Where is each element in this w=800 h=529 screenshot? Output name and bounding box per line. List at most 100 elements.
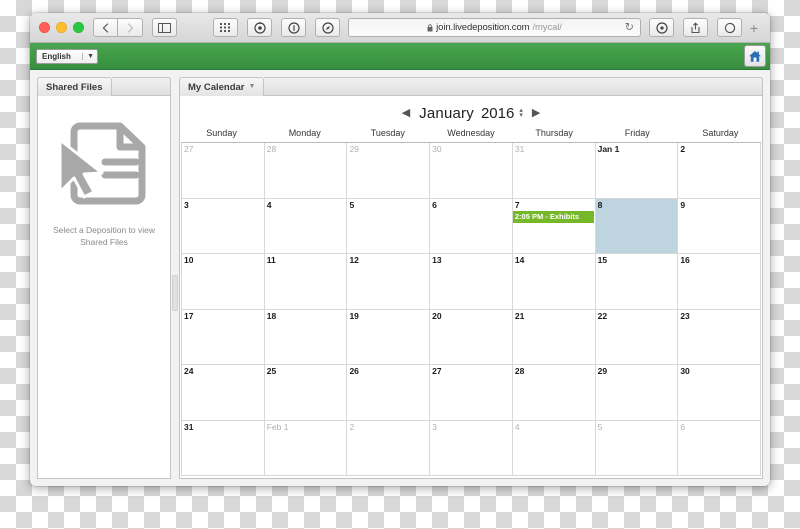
calendar-day-cell[interactable]: 2 [678, 143, 762, 198]
reload-button[interactable]: ↻ [625, 22, 634, 33]
calendar-day-cell[interactable]: 17 [182, 309, 265, 364]
calendar-day-cell[interactable]: 27 [430, 365, 513, 420]
calendar-day-cell[interactable]: 29 [347, 143, 431, 198]
forward-button[interactable] [118, 18, 143, 37]
year-stepper[interactable]: ▴ ▾ [519, 107, 523, 119]
calendar-week-row: 31 Feb 1 2 3 4 5 6 [182, 420, 762, 476]
chevron-left-icon [102, 22, 109, 33]
back-button[interactable] [93, 18, 118, 37]
show-all-tabs-button[interactable] [213, 18, 238, 37]
calendar-day-cell[interactable]: 29 [595, 365, 679, 420]
calendar-day-cell[interactable]: 4 [512, 420, 596, 475]
calendar-day-number: 26 [349, 366, 359, 376]
calendar-day-cell[interactable]: 31 [512, 143, 596, 198]
home-button[interactable] [744, 45, 766, 67]
calendar-day-cell[interactable]: Jan 1 [595, 143, 679, 198]
calendar-day-number: 13 [432, 255, 442, 265]
calendar-day-cell[interactable]: 21 [512, 309, 596, 364]
share-button[interactable] [683, 18, 708, 37]
close-window-button[interactable] [39, 22, 50, 33]
calendar-day-cell[interactable]: Feb 1 [264, 420, 348, 475]
prev-month-button[interactable]: ◀ [402, 107, 410, 119]
day-of-week-tuesday: Tuesday [370, 128, 405, 138]
zoom-window-button[interactable] [73, 22, 84, 33]
calendar-day-cell[interactable]: 3 [430, 420, 513, 475]
calendar-week-row: 24 25 26 27 28 29 30 [182, 365, 762, 421]
address-bar[interactable]: join.livedeposition.com/mycal/ ↻ [348, 18, 641, 37]
url-text: join.livedeposition.com/mycal/ [427, 22, 562, 33]
panel-divider[interactable] [171, 77, 179, 479]
calendar-day-cell[interactable]: 2 [347, 420, 431, 475]
calendar-day-cell[interactable]: 31 [182, 420, 265, 475]
tab-my-calendar[interactable]: My Calendar ▼ [179, 77, 265, 96]
calendar-day-cell[interactable]: 8 [595, 198, 679, 253]
minimize-window-button[interactable] [56, 22, 67, 33]
day-of-week-sunday: Sunday [206, 128, 237, 138]
sidebar-toggle-button[interactable] [152, 18, 177, 37]
calendar-day-cell[interactable]: 27 [182, 143, 265, 198]
tab-shared-files[interactable]: Shared Files [37, 77, 112, 96]
calendar-day-cell[interactable]: 10 [182, 254, 265, 309]
calendar-day-number: 6 [680, 421, 686, 432]
compass-button[interactable] [315, 18, 340, 37]
calendar-year-label: 2016 [480, 104, 515, 122]
new-tab-button[interactable]: + [745, 19, 763, 37]
panel-divider-handle[interactable] [172, 275, 178, 311]
next-month-button[interactable]: ▶ [532, 107, 540, 119]
circle-dot-icon [655, 21, 668, 34]
calendar-day-number: 25 [266, 366, 277, 376]
calendar-day-cell[interactable]: 5 [347, 198, 431, 253]
calendar-panel: My Calendar ▼ ◀ January 2016 ▴ ▾ ▶ Sunda… [179, 77, 763, 479]
url-path: /mycal/ [532, 22, 562, 33]
calendar-day-number: 2 [680, 144, 686, 154]
language-selector[interactable]: English ▼ [36, 48, 98, 64]
tabstrip-filler [264, 77, 763, 96]
calendar-navigation: ◀ January 2016 ▴ ▾ ▶ [180, 100, 762, 126]
calendar-day-number: 3 [184, 199, 189, 210]
calendar-day-cell[interactable]: 20 [430, 309, 513, 364]
show-tabs-button[interactable] [717, 18, 742, 37]
calendar-day-cell[interactable]: 5 [595, 420, 679, 475]
app-content: Shared Files Select a Deposition to view… [30, 70, 770, 486]
calendar-day-cell[interactable]: 18 [264, 309, 348, 364]
calendar-day-cell[interactable]: 30 [430, 143, 513, 198]
calendar-day-cell[interactable]: 13 [430, 254, 513, 309]
calendar-day-number: 2 [349, 421, 355, 432]
calendar-day-number: 14 [514, 255, 525, 265]
calendar-day-cell[interactable]: 30 [678, 365, 762, 420]
calendar-day-cell[interactable]: 16 [678, 254, 762, 309]
calendar-day-cell[interactable]: 28 [264, 143, 348, 198]
calendar-day-number: 23 [680, 310, 690, 321]
calendar-day-number: 20 [432, 310, 442, 321]
bookmark-button[interactable] [649, 18, 674, 37]
calendar-day-cell[interactable]: 12 [347, 254, 431, 309]
calendar-day-cell[interactable]: 22 [595, 309, 679, 364]
calendar-day-cell[interactable]: 19 [347, 309, 431, 364]
target-icon [253, 21, 266, 34]
day-of-week-monday: Monday [288, 128, 321, 138]
calendar-day-cell[interactable]: 28 [512, 365, 596, 420]
calendar-day-cell[interactable]: 6 [430, 198, 513, 253]
compass-icon [321, 21, 334, 34]
target-button[interactable] [247, 18, 272, 37]
calendar-day-number: 11 [266, 255, 276, 265]
calendar-body: ◀ January 2016 ▴ ▾ ▶ Sunday Monday Tuesday… [179, 96, 763, 479]
calendar-day-cell[interactable]: 24 [182, 365, 265, 420]
nav-buttons [93, 18, 143, 37]
calendar-day-cell[interactable]: 9 [678, 198, 762, 253]
info-button[interactable] [281, 18, 306, 37]
calendar-day-cell[interactable]: 6 [678, 420, 762, 475]
calendar-day-cell[interactable]: 7 2:05 PM - Exhibits [512, 198, 596, 253]
calendar-day-cell[interactable]: 23 [678, 309, 762, 364]
calendar-day-cell[interactable]: 26 [347, 365, 431, 420]
year-stepper-down[interactable]: ▾ [519, 112, 523, 119]
calendar-day-cell[interactable]: 4 [264, 198, 348, 253]
calendar-day-cell[interactable]: 25 [264, 365, 348, 420]
calendar-day-cell[interactable]: 15 [595, 254, 679, 309]
calendar-day-number: 15 [597, 255, 608, 265]
calendar-day-cell[interactable]: 11 [264, 254, 348, 309]
calendar-day-cell[interactable]: 3 [182, 198, 265, 253]
calendar-event[interactable]: 2:05 PM - Exhibits [512, 210, 594, 223]
url-host: join.livedeposition.com [436, 22, 530, 33]
calendar-day-cell[interactable]: 14 [512, 254, 596, 309]
